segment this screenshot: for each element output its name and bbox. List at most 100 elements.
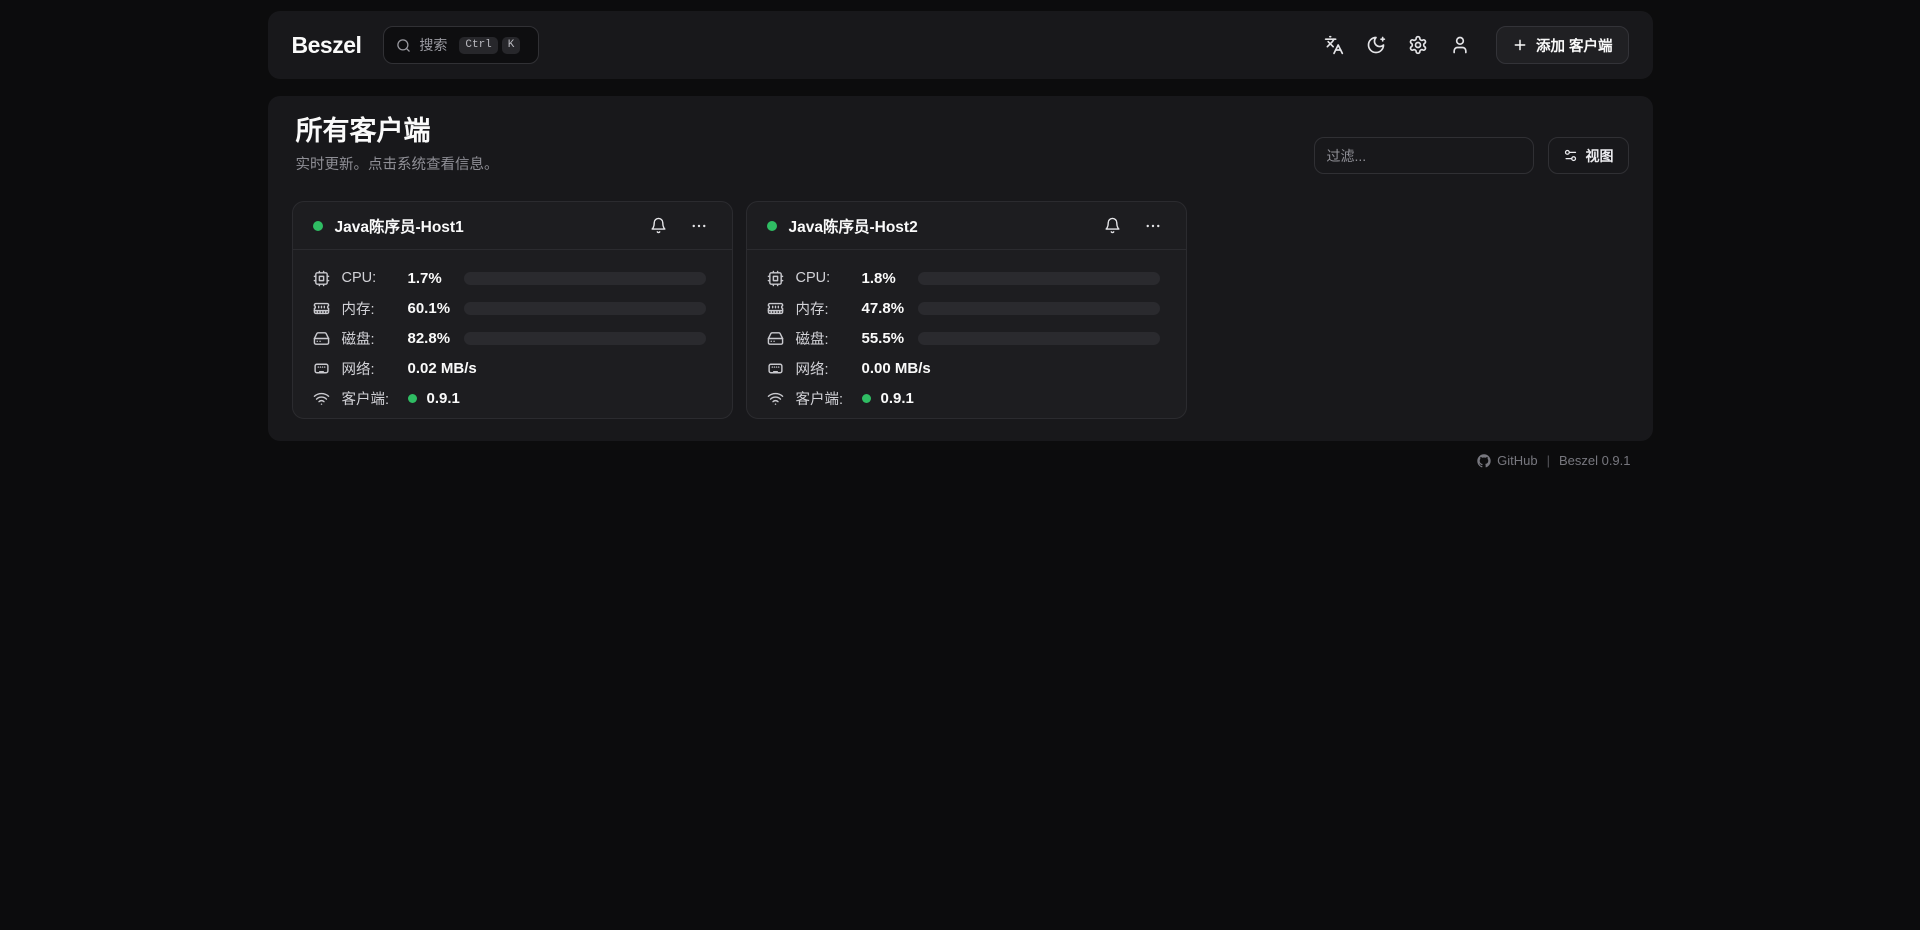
cpu-meter	[918, 272, 1160, 285]
agent-row: 客户端: 0.9.1	[313, 383, 706, 413]
kbd-k: K	[502, 37, 521, 54]
card-header: Java陈序员-Host2	[747, 202, 1186, 250]
moon-star-icon	[1368, 38, 1384, 53]
footer-version: Beszel 0.9.1	[1559, 453, 1631, 468]
cpu-label: CPU:	[342, 270, 408, 286]
memory-icon	[767, 300, 785, 317]
card-body: CPU: 1.8% 内存: 47.8% 磁盘: 55.5%	[747, 250, 1186, 413]
agent-version: 0.9.1	[427, 390, 460, 407]
cpu-row: CPU: 1.8%	[767, 263, 1160, 293]
user-icon	[1454, 38, 1466, 53]
memory-icon	[313, 300, 331, 317]
status-dot	[313, 221, 323, 231]
github-icon	[1477, 454, 1491, 468]
plus-icon	[1512, 37, 1528, 53]
ethernet-port-icon	[313, 360, 331, 377]
filter-input[interactable]	[1314, 137, 1534, 174]
wifi-icon	[767, 390, 785, 407]
cpu-value: 1.7%	[408, 270, 464, 287]
panel-header: 所有客户端 实时更新。点击系统查看信息。 视图	[292, 114, 1629, 175]
settings-button[interactable]	[1400, 27, 1436, 63]
memory-row: 内存: 60.1%	[313, 293, 706, 323]
beszel-logo[interactable]: Beszel	[292, 32, 362, 59]
agent-version-wrap: 0.9.1	[862, 390, 914, 407]
system-name[interactable]: Java陈序员-Host1	[335, 215, 644, 237]
memory-value: 60.1%	[408, 300, 464, 317]
agent-status-dot	[862, 394, 871, 403]
network-row: 网络: 0.00 MB/s	[767, 353, 1160, 383]
system-card-host2[interactable]: Java陈序员-Host2 CPU: 1.8% 内存	[746, 201, 1187, 419]
network-label: 网络:	[796, 358, 862, 379]
system-cards: Java陈序员-Host1 CPU: 1.7% 内存	[292, 201, 1629, 419]
card-header: Java陈序员-Host1	[293, 202, 732, 250]
cpu-icon	[313, 270, 331, 287]
memory-meter	[918, 302, 1160, 315]
card-actions	[1098, 211, 1168, 241]
view-options-label: 视图	[1586, 146, 1614, 166]
cpu-label: CPU:	[796, 270, 862, 286]
languages-icon	[1326, 37, 1343, 54]
alerts-button[interactable]	[644, 211, 674, 241]
page-footer: GitHub | Beszel 0.9.1	[268, 453, 1653, 468]
language-button[interactable]	[1316, 27, 1352, 63]
cpu-row: CPU: 1.7%	[313, 263, 706, 293]
search-icon	[396, 38, 411, 53]
network-row: 网络: 0.02 MB/s	[313, 353, 706, 383]
footer-separator: |	[1547, 453, 1550, 468]
memory-meter	[464, 302, 706, 315]
disk-row: 磁盘: 82.8%	[313, 323, 706, 353]
card-menu-button[interactable]	[1138, 211, 1168, 241]
kbd-ctrl: Ctrl	[459, 37, 497, 54]
github-link-label: GitHub	[1497, 453, 1537, 468]
search-placeholder: 搜索	[419, 35, 447, 55]
bell-icon	[1104, 217, 1121, 234]
systems-panel: 所有客户端 实时更新。点击系统查看信息。 视图 Java陈序员-Host1	[268, 96, 1653, 441]
agent-label: 客户端:	[796, 388, 862, 409]
user-menu-button[interactable]	[1442, 27, 1478, 63]
search-input[interactable]: 搜索 Ctrl K	[383, 26, 539, 64]
title-block: 所有客户端 实时更新。点击系统查看信息。	[292, 114, 499, 175]
github-link[interactable]: GitHub	[1477, 453, 1537, 468]
theme-toggle-button[interactable]	[1358, 27, 1394, 63]
card-actions	[644, 211, 714, 241]
memory-row: 内存: 47.8%	[767, 293, 1160, 323]
top-navbar: Beszel 搜索 Ctrl K 添加 客户端	[268, 11, 1653, 79]
cpu-meter	[464, 272, 706, 285]
cpu-icon	[767, 270, 785, 287]
page-title: 所有客户端	[296, 114, 499, 148]
add-system-button[interactable]: 添加 客户端	[1496, 26, 1629, 64]
ellipsis-icon	[690, 217, 708, 235]
disk-value: 82.8%	[408, 330, 464, 347]
app-shell: Beszel 搜索 Ctrl K 添加 客户端 所有客户端 实时更新。点击系统查…	[268, 11, 1653, 468]
ethernet-port-icon	[767, 360, 785, 377]
gear-icon	[1410, 37, 1425, 54]
add-system-button-label: 添加 客户端	[1536, 35, 1613, 56]
system-name[interactable]: Java陈序员-Host2	[789, 215, 1098, 237]
system-card-host1[interactable]: Java陈序员-Host1 CPU: 1.7% 内存	[292, 201, 733, 419]
cpu-value: 1.8%	[862, 270, 918, 287]
agent-version-wrap: 0.9.1	[408, 390, 460, 407]
alerts-button[interactable]	[1098, 211, 1128, 241]
network-value: 0.02 MB/s	[408, 360, 477, 377]
ellipsis-icon	[1144, 217, 1162, 235]
disk-row: 磁盘: 55.5%	[767, 323, 1160, 353]
memory-label: 内存:	[342, 298, 408, 319]
sliders-icon	[1563, 148, 1578, 163]
network-label: 网络:	[342, 358, 408, 379]
network-value: 0.00 MB/s	[862, 360, 931, 377]
memory-label: 内存:	[796, 298, 862, 319]
card-menu-button[interactable]	[684, 211, 714, 241]
disk-meter	[918, 332, 1160, 345]
hard-drive-icon	[767, 330, 785, 347]
disk-label: 磁盘:	[342, 328, 408, 349]
status-dot	[767, 221, 777, 231]
wifi-icon	[313, 390, 331, 407]
disk-label: 磁盘:	[796, 328, 862, 349]
page-subtitle: 实时更新。点击系统查看信息。	[296, 155, 499, 175]
memory-value: 47.8%	[862, 300, 918, 317]
agent-status-dot	[408, 394, 417, 403]
agent-version: 0.9.1	[881, 390, 914, 407]
card-body: CPU: 1.7% 内存: 60.1% 磁盘: 82.8%	[293, 250, 732, 413]
agent-row: 客户端: 0.9.1	[767, 383, 1160, 413]
view-options-button[interactable]: 视图	[1548, 137, 1629, 174]
